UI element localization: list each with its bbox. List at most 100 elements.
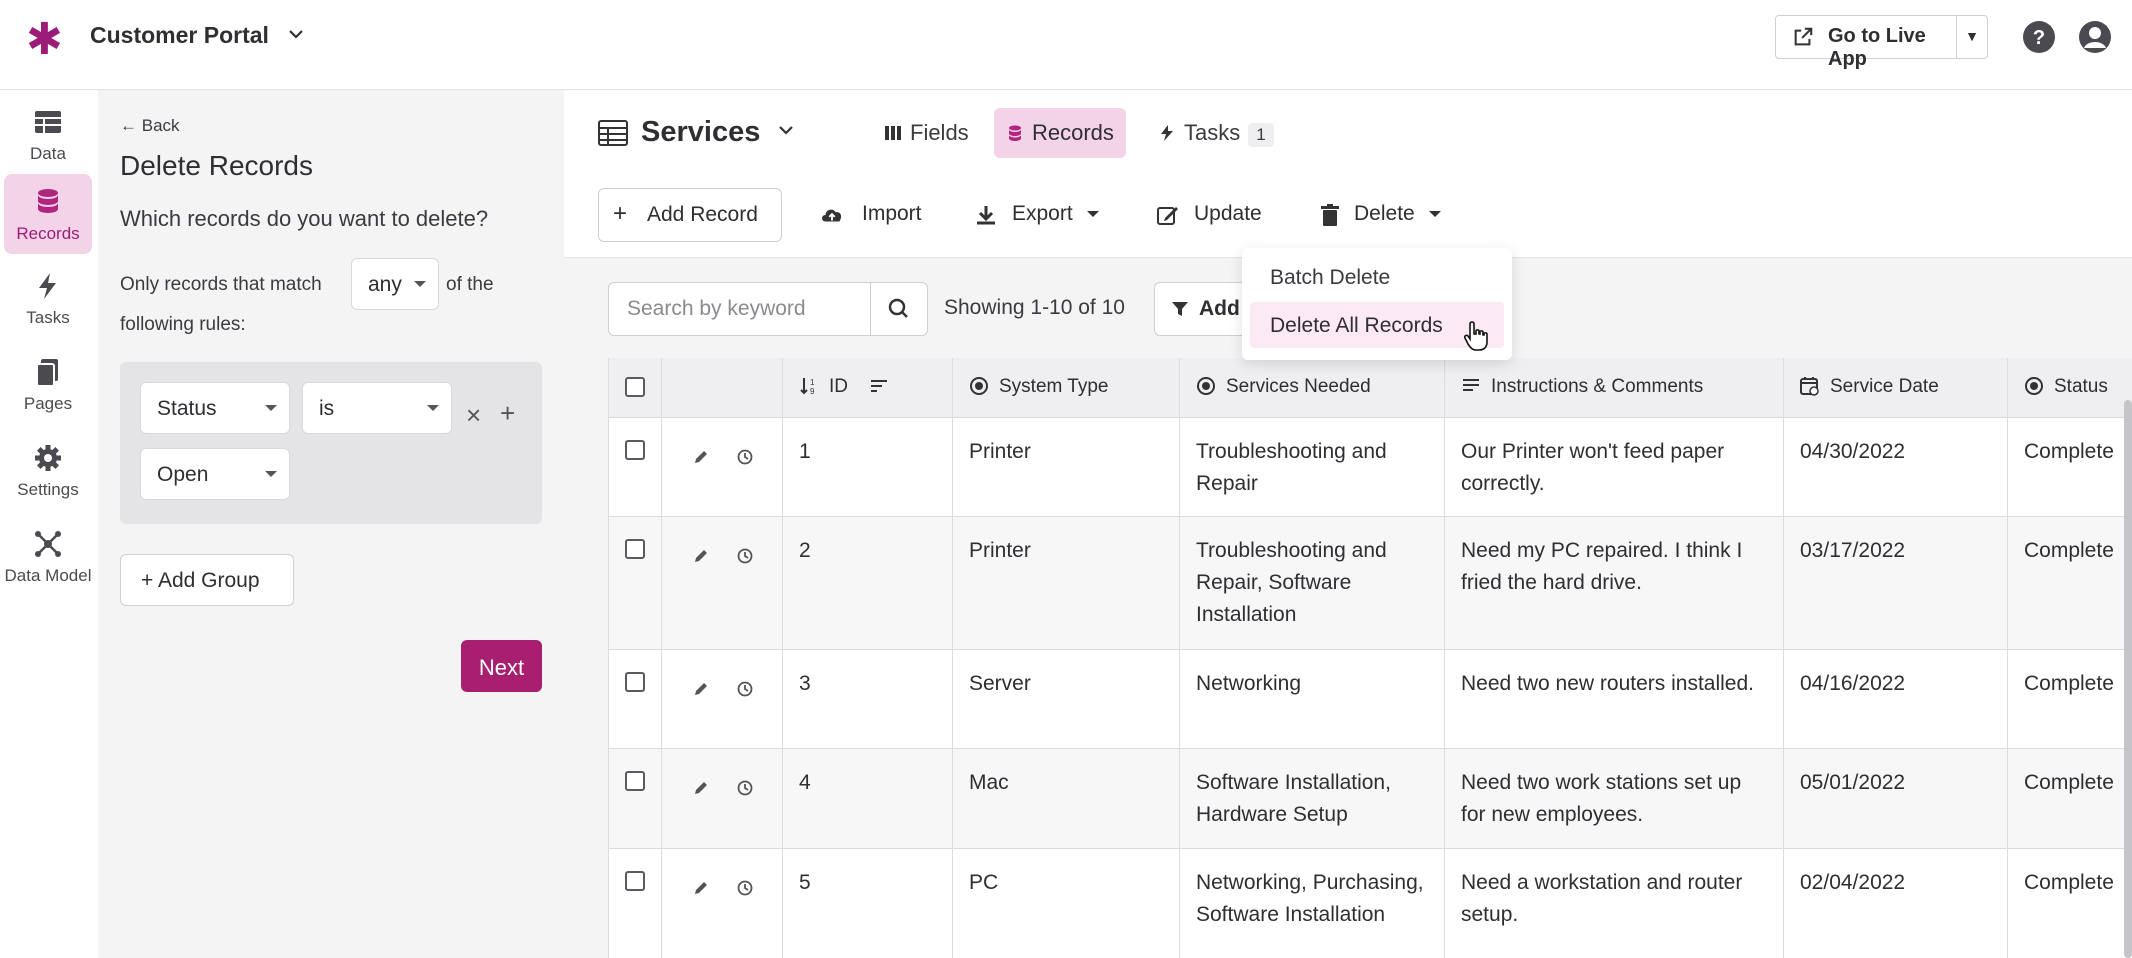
row-checkbox[interactable] bbox=[625, 771, 645, 791]
table-header: 1 9 ID System Type Services Needed Instruc… bbox=[609, 358, 2132, 418]
add-rule-icon[interactable]: + bbox=[500, 398, 515, 429]
match-prefix: Only records that match bbox=[120, 274, 322, 295]
history-icon[interactable] bbox=[736, 547, 754, 565]
bolt-icon bbox=[1161, 125, 1173, 141]
row-checkbox[interactable] bbox=[625, 871, 645, 891]
pencil-icon[interactable] bbox=[692, 448, 710, 466]
back-link[interactable]: ← Back bbox=[120, 116, 180, 136]
go-to-live-app-button[interactable]: Go to Live App bbox=[1775, 15, 1957, 70]
table-title[interactable]: Services bbox=[641, 116, 760, 149]
match-suffix: of the bbox=[446, 274, 494, 295]
search-input[interactable] bbox=[609, 283, 871, 335]
rail-item-records[interactable]: Records bbox=[4, 174, 92, 254]
row-select-cell bbox=[609, 849, 662, 958]
rule-value-select[interactable]: Open bbox=[140, 448, 290, 500]
scrollbar[interactable] bbox=[2124, 400, 2132, 958]
cell-system-type: Printer bbox=[953, 418, 1180, 516]
tab-fields[interactable]: Fields bbox=[872, 108, 981, 158]
columns-icon bbox=[885, 126, 901, 140]
column-label: Services Needed bbox=[1226, 376, 1371, 397]
row-select-cell bbox=[609, 517, 662, 649]
tab-records[interactable]: Records bbox=[994, 108, 1126, 158]
column-header-system-type[interactable]: System Type bbox=[953, 358, 1180, 418]
caret-down-icon bbox=[1428, 211, 1441, 217]
rule-group: Status is × + Open bbox=[120, 362, 542, 524]
column-header-id[interactable]: 1 9 ID bbox=[783, 358, 953, 418]
column-header-instructions[interactable]: Instructions & Comments bbox=[1445, 358, 1784, 418]
actions-header bbox=[662, 358, 783, 418]
export-button[interactable]: Export bbox=[974, 188, 1099, 242]
rule-operator-select[interactable]: is bbox=[302, 382, 452, 434]
delete-button[interactable]: Delete bbox=[1316, 188, 1441, 242]
add-record-label: Add Record bbox=[647, 203, 758, 226]
records-count: Showing 1-10 of 10 bbox=[944, 296, 1125, 319]
match-any-select[interactable]: any bbox=[351, 258, 439, 310]
rule-field-value: Status bbox=[157, 397, 217, 420]
row-select-cell bbox=[609, 418, 662, 516]
row-select-cell bbox=[609, 650, 662, 748]
rail-item-pages[interactable]: Pages bbox=[4, 344, 92, 424]
rule-field-select[interactable]: Status bbox=[140, 382, 290, 434]
next-button[interactable]: Next bbox=[461, 640, 542, 692]
tab-tasks[interactable]: Tasks 1 bbox=[1146, 108, 1286, 158]
history-icon[interactable] bbox=[736, 680, 754, 698]
sort-icon[interactable] bbox=[869, 377, 889, 395]
column-header-service-date[interactable]: Service Date bbox=[1784, 358, 2008, 418]
delete-records-panel: ← Back Delete Records Which records do y… bbox=[98, 90, 564, 958]
tab-label: Fields bbox=[910, 120, 969, 145]
pencil-icon[interactable] bbox=[692, 547, 710, 565]
table-row[interactable]: 1 Printer Troubleshooting and Repair Our… bbox=[609, 418, 2132, 517]
update-button[interactable]: Update bbox=[1156, 188, 1262, 242]
pencil-icon[interactable] bbox=[692, 779, 710, 797]
rail-item-data[interactable]: Data bbox=[4, 94, 92, 174]
history-icon[interactable] bbox=[736, 779, 754, 797]
select-all-checkbox[interactable] bbox=[625, 377, 645, 397]
database-icon bbox=[38, 189, 58, 213]
rail-item-settings[interactable]: Settings bbox=[4, 430, 92, 510]
cell-service-date: 05/01/2022 bbox=[1784, 749, 2008, 848]
row-checkbox[interactable] bbox=[625, 440, 645, 460]
column-header-services-needed[interactable]: Services Needed bbox=[1180, 358, 1445, 418]
live-app-caret-button[interactable]: ▼ bbox=[1956, 15, 1988, 59]
history-icon[interactable] bbox=[736, 448, 754, 466]
history-icon[interactable] bbox=[736, 879, 754, 897]
chevron-down-icon[interactable] bbox=[286, 24, 306, 50]
column-header-status[interactable]: Status bbox=[2008, 358, 2132, 418]
cell-status: Complete bbox=[2008, 517, 2132, 649]
cell-services-needed: Troubleshooting and Repair bbox=[1180, 418, 1445, 516]
add-record-button[interactable]: + Add Record bbox=[598, 188, 782, 242]
download-icon bbox=[977, 206, 995, 225]
menu-item-batch-delete[interactable]: Batch Delete bbox=[1250, 254, 1504, 300]
app-name[interactable]: Customer Portal bbox=[90, 22, 269, 49]
table-row[interactable]: 2 Printer Troubleshooting and Repair, So… bbox=[609, 517, 2132, 650]
tab-label: Records bbox=[1032, 120, 1114, 145]
row-actions-cell bbox=[662, 418, 783, 516]
rail-item-label: Records bbox=[16, 224, 80, 243]
rail-item-tasks[interactable]: Tasks bbox=[4, 258, 92, 338]
pencil-icon[interactable] bbox=[692, 879, 710, 897]
table-row[interactable]: 4 Mac Software Installation, Hardware Se… bbox=[609, 749, 2132, 849]
add-filter-label: Add bbox=[1199, 297, 1240, 320]
import-button[interactable]: Import bbox=[820, 188, 922, 242]
pencil-icon[interactable] bbox=[692, 680, 710, 698]
rule-value: Open bbox=[157, 463, 209, 486]
asterisk-logo[interactable]: ✱ bbox=[26, 18, 63, 62]
cell-system-type: Mac bbox=[953, 749, 1180, 848]
user-icon[interactable] bbox=[2078, 20, 2112, 54]
row-actions-cell bbox=[662, 517, 783, 649]
tasks-count-badge: 1 bbox=[1248, 123, 1274, 147]
remove-rule-icon[interactable]: × bbox=[466, 400, 481, 431]
chevron-down-icon[interactable] bbox=[776, 120, 796, 146]
row-checkbox[interactable] bbox=[625, 672, 645, 692]
toolbar: + Add Record Import Export Update Delete bbox=[564, 188, 2132, 250]
add-group-button[interactable]: + Add Group bbox=[120, 554, 294, 606]
cell-id: 1 bbox=[783, 418, 953, 516]
caret-down-icon bbox=[265, 405, 277, 411]
rail-item-data-model[interactable]: Data Model bbox=[4, 516, 92, 596]
search-button[interactable] bbox=[871, 283, 927, 335]
table-row[interactable]: 3 Server Networking Need two new routers… bbox=[609, 650, 2132, 749]
rail-item-label: Settings bbox=[17, 480, 79, 499]
help-icon[interactable]: ? bbox=[2022, 20, 2056, 54]
row-checkbox[interactable] bbox=[625, 539, 645, 559]
table-row[interactable]: 5 PC Networking, Purchasing, Software In… bbox=[609, 849, 2132, 958]
